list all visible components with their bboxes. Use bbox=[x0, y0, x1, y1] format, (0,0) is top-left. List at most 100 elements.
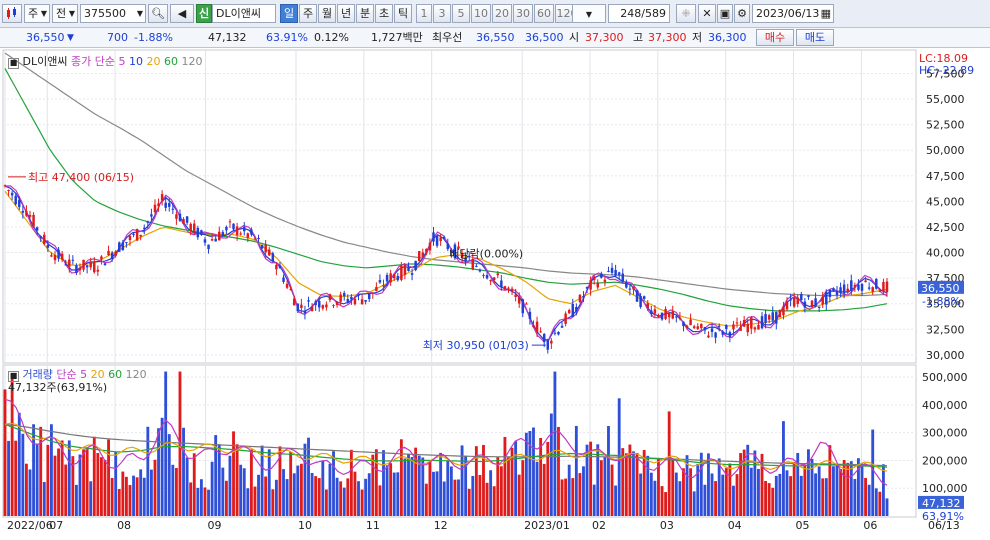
link-button[interactable]: ⁜ bbox=[676, 4, 696, 23]
candle-body bbox=[657, 315, 660, 317]
candle-body bbox=[182, 219, 185, 224]
period-extra-select[interactable]: ▼ bbox=[572, 4, 606, 23]
volume-bar bbox=[396, 472, 400, 516]
period-tab-1[interactable]: 주 bbox=[299, 4, 317, 23]
candle-body bbox=[189, 223, 192, 231]
crosshair-button[interactable]: ✕ bbox=[698, 4, 716, 23]
minute-tab-6[interactable]: 60 bbox=[534, 4, 554, 23]
volume-bar bbox=[574, 425, 578, 516]
candle-body bbox=[742, 319, 746, 327]
volume-bar bbox=[678, 481, 682, 516]
minute-tab-1[interactable]: 3 bbox=[433, 4, 451, 23]
time-label-5: 11 bbox=[365, 519, 380, 532]
price-tick-label: 50,000 bbox=[926, 144, 965, 157]
candle-body bbox=[193, 223, 196, 233]
sound-button[interactable]: ◀ bbox=[170, 4, 194, 23]
volume-bar bbox=[567, 464, 571, 516]
volume-bar bbox=[21, 433, 25, 516]
volume-bar bbox=[649, 472, 653, 516]
candle-body bbox=[35, 227, 39, 231]
search-button[interactable]: 🔍︎ bbox=[148, 4, 168, 23]
stock-code-input[interactable]: 375500 ▼ bbox=[80, 4, 146, 23]
volume-bar bbox=[160, 417, 164, 516]
candle-body bbox=[353, 298, 357, 305]
candle-body bbox=[860, 284, 864, 291]
legend-ma20: 20 bbox=[146, 55, 161, 68]
volume-bar bbox=[374, 449, 378, 516]
date-field[interactable]: 2023/06/13 ▦ bbox=[752, 4, 834, 23]
period-select[interactable]: 전 ▼ bbox=[52, 4, 78, 23]
candle-body bbox=[546, 340, 550, 350]
buy-button[interactable]: 매수 bbox=[756, 29, 794, 46]
volume-bar bbox=[492, 486, 496, 516]
volume-bar bbox=[824, 478, 828, 516]
minute-tab-5[interactable]: 30 bbox=[513, 4, 533, 23]
market-select[interactable]: 주 ▼ bbox=[24, 4, 50, 23]
candle-body bbox=[71, 259, 75, 261]
candle-body bbox=[639, 296, 642, 308]
legend-ma-label: 종가 단순 bbox=[70, 55, 115, 68]
volume-bar bbox=[371, 454, 375, 516]
candle-body bbox=[496, 273, 500, 276]
minute-tab-3[interactable]: 10 bbox=[471, 4, 491, 23]
volume-bar bbox=[392, 472, 396, 516]
priority-label: 최우선 bbox=[432, 31, 463, 44]
candle-body bbox=[842, 284, 846, 294]
count-field[interactable]: 248/589 bbox=[608, 4, 670, 23]
volume-bar bbox=[182, 427, 185, 516]
volume-bar bbox=[314, 476, 318, 516]
period-tab-2[interactable]: 월 bbox=[318, 4, 336, 23]
volume-bar bbox=[642, 449, 646, 516]
candle-body bbox=[32, 214, 35, 227]
candle-body bbox=[542, 333, 546, 343]
legend-toggle-icon[interactable]: ■ bbox=[8, 58, 19, 69]
volume-bar bbox=[342, 487, 346, 516]
volume-bar bbox=[99, 457, 103, 516]
period-tab-3[interactable]: 년 bbox=[337, 4, 355, 23]
candle-body bbox=[64, 264, 67, 266]
period-tab-4[interactable]: 분 bbox=[356, 4, 374, 23]
candle-body bbox=[753, 327, 757, 330]
period-tab-0[interactable]: 일 bbox=[280, 4, 298, 23]
legend-vol-ma60: 60 bbox=[108, 368, 123, 381]
minute-tab-2[interactable]: 5 bbox=[452, 4, 470, 23]
minute-tab-0[interactable]: 1 bbox=[416, 4, 432, 23]
candle-body bbox=[392, 274, 396, 279]
time-label-8: 02 bbox=[592, 519, 606, 532]
save-icon: ▣ bbox=[719, 7, 731, 20]
candle-body bbox=[557, 331, 560, 335]
candle-body bbox=[317, 300, 321, 308]
save-button[interactable]: ▣ bbox=[717, 4, 733, 23]
volume-bar bbox=[467, 488, 471, 516]
candle-body bbox=[250, 229, 253, 235]
candle-body bbox=[810, 300, 814, 308]
legend-ma60: 60 bbox=[163, 55, 178, 68]
candle-body bbox=[807, 295, 810, 297]
volume-bar bbox=[496, 457, 500, 516]
volume-bar bbox=[292, 473, 296, 516]
new-badge: 신 bbox=[196, 4, 212, 23]
candle-body bbox=[700, 323, 703, 329]
volume-bar bbox=[210, 461, 214, 516]
candle-body bbox=[589, 280, 592, 290]
price-tick-label: 52,500 bbox=[926, 119, 965, 132]
legend-ma120: 120 bbox=[181, 55, 203, 68]
period-tab-5[interactable]: 초 bbox=[375, 4, 393, 23]
candle-body bbox=[85, 265, 89, 268]
candle-body bbox=[664, 309, 667, 319]
candle-body bbox=[239, 233, 242, 235]
period-tab-6[interactable]: 틱 bbox=[394, 4, 412, 23]
volume-bar bbox=[82, 449, 85, 516]
minute-tab-4[interactable]: 20 bbox=[492, 4, 512, 23]
candle-body bbox=[478, 269, 482, 272]
candle-body bbox=[43, 234, 46, 245]
sell-button[interactable]: 매도 bbox=[796, 29, 834, 46]
chart-type-icon[interactable] bbox=[2, 4, 22, 23]
volume-bar bbox=[289, 451, 293, 516]
chart-canvas[interactable]: 30,00032,50035,00037,50040,00042,50045,0… bbox=[0, 48, 990, 540]
volume-bar bbox=[721, 474, 725, 516]
volume-bar bbox=[553, 371, 557, 516]
candle-body bbox=[121, 242, 125, 251]
settings-button[interactable]: ⚙ bbox=[734, 4, 750, 23]
stock-name-field[interactable]: DL이앤씨 bbox=[212, 4, 276, 23]
